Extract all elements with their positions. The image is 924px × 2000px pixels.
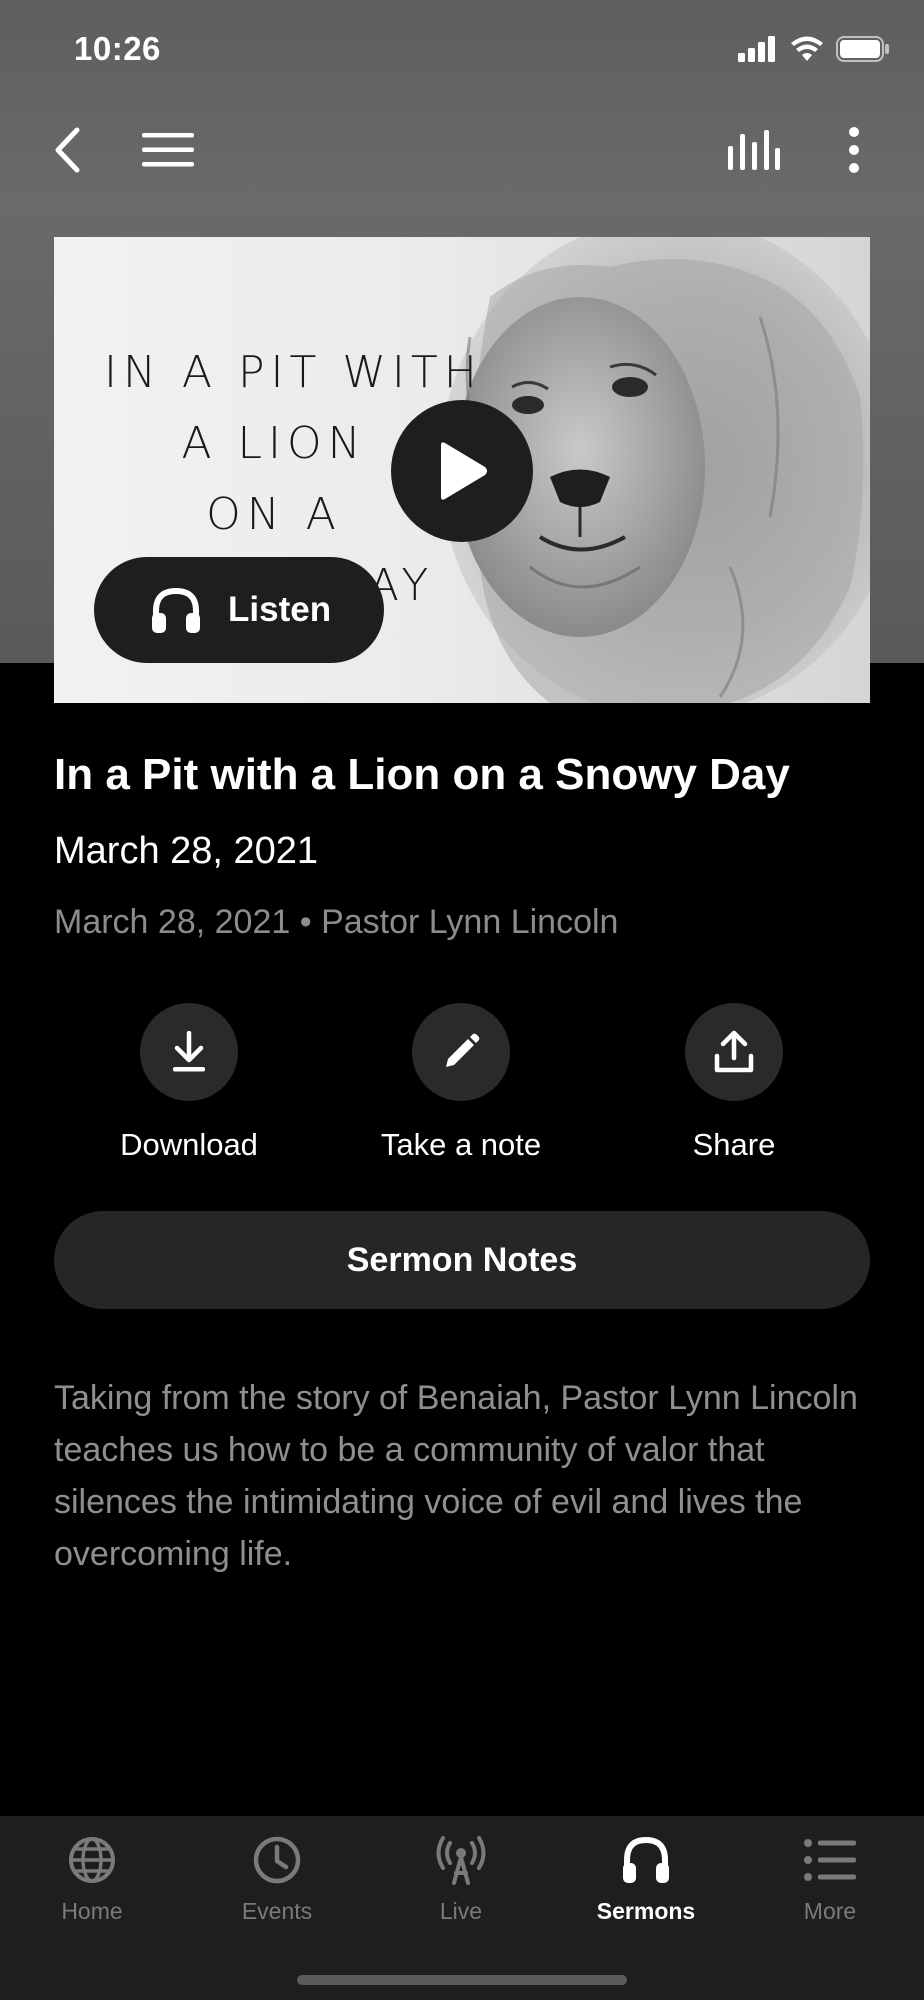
tab-live-label: Live [439,1898,483,1924]
download-button[interactable]: Download [69,1003,309,1163]
share-circle[interactable] [685,1003,783,1101]
sermon-notes-button[interactable]: Sermon Notes [54,1211,870,1309]
tab-sermons-label: Sermons [596,1898,696,1924]
sermon-title: In a Pit with a Lion on a Snowy Day [54,750,790,799]
broadcast-icon [436,1836,486,1885]
play-button[interactable] [391,400,533,542]
headphones-icon [623,1836,669,1883]
action-row: Download Take a note Share [0,1003,924,1173]
more-options-button[interactable] [814,110,894,190]
chevron-left-icon [55,127,80,173]
tab-home[interactable]: Home [0,1830,184,1925]
take-note-button[interactable]: Take a note [341,1003,581,1163]
meta-date: March 28, 2021 [54,903,291,941]
navigation-bar [0,110,924,190]
audio-levels-button[interactable] [714,110,794,190]
clock-icon [253,1836,301,1884]
globe-icon [69,1837,115,1883]
tab-live[interactable]: Live [369,1830,553,1925]
sermon-meta: March 28, 2021 • Pastor Lynn Lincoln [54,903,618,942]
tab-more[interactable]: More [738,1830,922,1925]
meta-separator: • [299,903,312,941]
tab-sermons[interactable]: Sermons [554,1830,738,1925]
home-indicator [297,1975,627,1985]
take-note-circle[interactable] [412,1003,510,1101]
listen-button[interactable]: Listen [94,557,384,663]
signal-icon [738,36,775,62]
share-label: Share [692,1127,776,1162]
share-button[interactable]: Share [614,1003,854,1163]
wifi-icon [791,36,823,61]
tab-bar: Home Events Live Sermons More [0,1816,924,2000]
list-icon [804,1839,856,1881]
speaker-name: Pastor Lynn Lincoln [321,903,619,941]
pencil-icon [446,1033,480,1067]
tab-events[interactable]: Events [185,1830,369,1925]
battery-icon [836,36,889,62]
audio-bars-icon [728,130,780,170]
share-icon [714,1030,754,1073]
tab-home-label: Home [61,1898,123,1924]
download-label: Download [120,1127,258,1162]
listen-label: Listen [228,590,332,629]
download-circle[interactable] [140,1003,238,1101]
tab-more-label: More [803,1898,857,1924]
hamburger-icon [142,133,194,167]
sermon-description: Taking from the story of Benaiah, Pastor… [54,1379,858,1573]
sermon-date: March 28, 2021 [54,830,319,872]
status-bar: 10:26 [0,0,924,100]
menu-button[interactable] [128,110,208,190]
back-button[interactable] [28,110,108,190]
play-icon [441,442,487,500]
artwork-title-line: IN A PIT WITH [104,347,483,398]
download-icon [173,1031,205,1072]
vertical-dots-icon [849,127,859,173]
tab-events-label: Events [241,1898,313,1924]
take-note-label: Take a note [380,1127,542,1162]
sermon-artwork[interactable]: IN A PIT WITH A LION ON A SNOWY DAY List… [54,237,870,703]
status-icons [738,36,890,62]
status-time: 10:26 [74,30,161,67]
headphones-icon [152,587,200,633]
